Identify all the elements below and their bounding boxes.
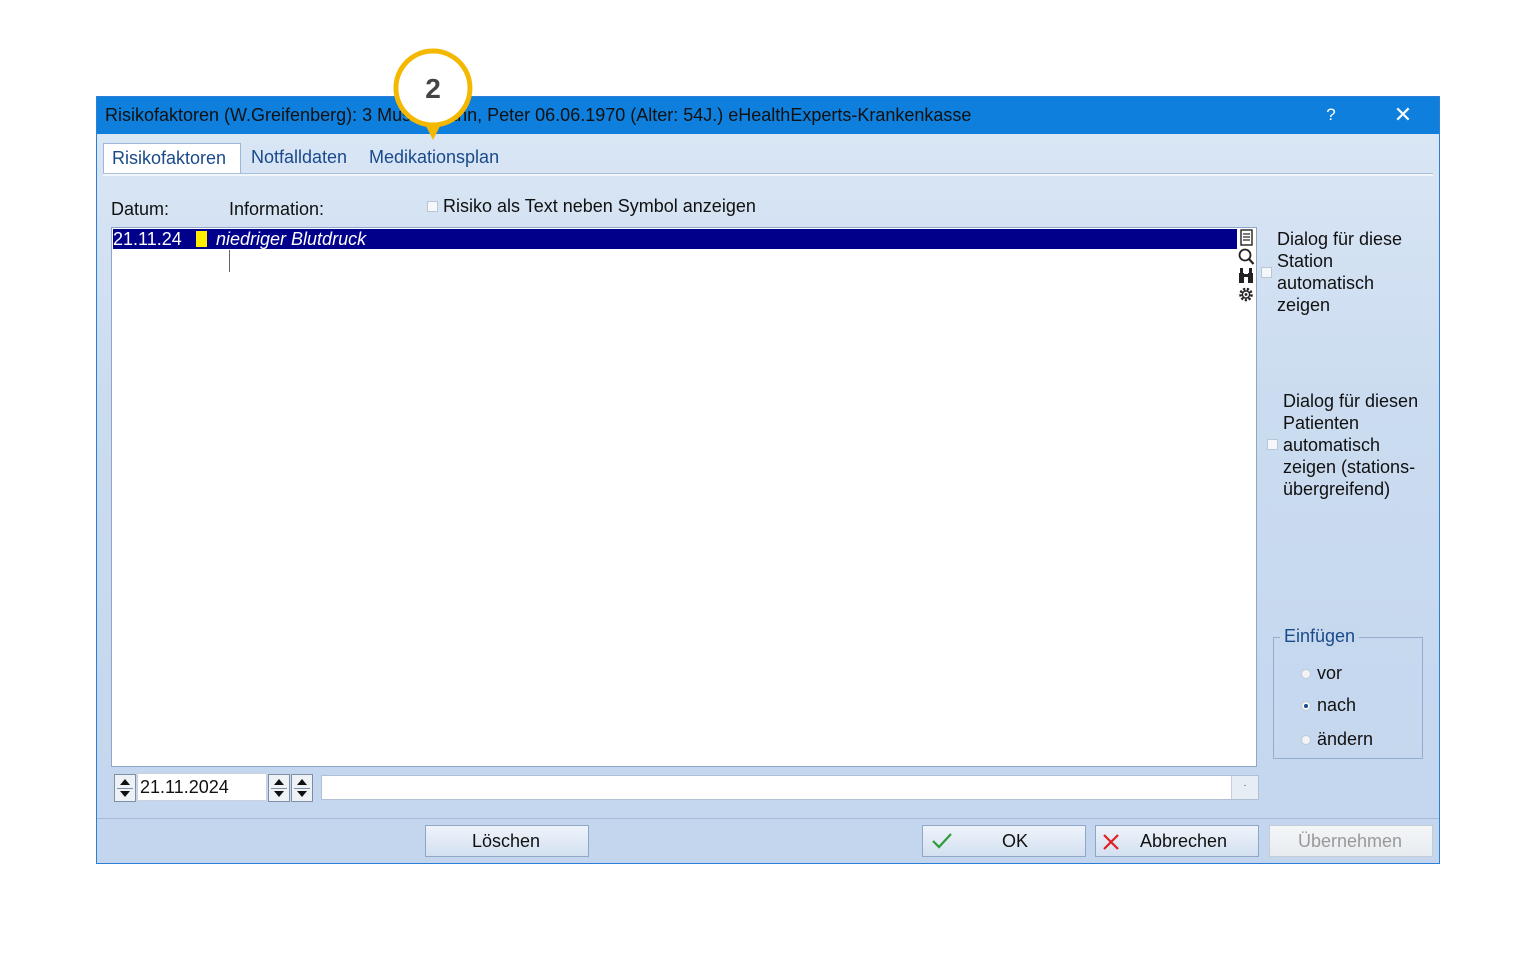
date-input[interactable]: 21.11.2024 [137, 773, 267, 801]
radio-vor[interactable] [1301, 669, 1311, 679]
binoculars-icon[interactable] [1236, 266, 1256, 285]
radio-aendern[interactable] [1301, 735, 1311, 745]
dropdown-button[interactable]: · [1231, 776, 1258, 799]
step-callout-badge: 2 [393, 48, 473, 140]
close-button[interactable]: ✕ [1390, 102, 1416, 128]
window-title: Risikofaktoren (W.Greifenberg): 3 Muster… [105, 105, 972, 125]
gear-icon[interactable] [1236, 285, 1256, 304]
help-button[interactable]: ? [1319, 105, 1343, 125]
station-auto-show-checkbox[interactable] [1261, 267, 1272, 278]
patient-auto-show-checkbox[interactable] [1267, 439, 1278, 450]
delete-button[interactable]: Löschen [425, 825, 589, 857]
cancel-button[interactable]: Abbrechen [1095, 825, 1259, 857]
tab-notfalldaten[interactable]: Notfalldaten [251, 143, 347, 171]
radio-nach[interactable] [1301, 701, 1311, 711]
tab-risikofaktoren[interactable]: Risikofaktoren [103, 143, 241, 173]
show-text-checkbox[interactable] [427, 201, 438, 212]
risk-symbol [196, 231, 207, 247]
tab-medikationsplan[interactable]: Medikationsplan [369, 143, 499, 171]
date-day-spinner[interactable] [114, 774, 136, 802]
radio-aendern-label[interactable]: ändern [1317, 729, 1373, 750]
ok-button[interactable]: OK [922, 825, 1086, 857]
ok-button-label: OK [1002, 831, 1029, 851]
checkmark-icon [932, 833, 952, 849]
risk-text: niedriger Blutdruck [216, 229, 367, 249]
list-item[interactable]: 21.11.24 niedriger Blutdruck [113, 229, 1237, 249]
cross-icon [1103, 834, 1119, 850]
risk-text-input[interactable]: · [321, 775, 1259, 800]
insert-mode-group: Einfügen vor nach ändern [1273, 626, 1423, 759]
text-caret [229, 250, 230, 272]
magnifier-icon[interactable] [1236, 247, 1256, 266]
risk-list[interactable]: 21.11.24 niedriger Blutdruck [111, 227, 1257, 767]
date-column-label: Datum: [111, 199, 170, 219]
radio-nach-label[interactable]: nach [1317, 695, 1356, 716]
tab-divider [103, 173, 1433, 176]
patient-auto-show-label[interactable]: Dialog für diesen Patienten automatisch … [1283, 390, 1435, 500]
show-text-label[interactable]: Risiko als Text neben Symbol anzeigen [443, 196, 756, 217]
date-month-spinner[interactable] [268, 774, 290, 802]
station-auto-show-label[interactable]: Dialog für diese Station automatisch zei… [1277, 228, 1427, 316]
document-icon[interactable] [1236, 228, 1256, 247]
title-bar[interactable]: Risikofaktoren (W.Greifenberg): 3 Muster… [97, 97, 1439, 134]
info-column-label: Information: [229, 199, 325, 219]
cancel-button-label: Abbrechen [1140, 831, 1228, 851]
button-bar-divider [97, 818, 1439, 819]
apply-button-label: Übernehmen [1298, 831, 1403, 851]
apply-button: Übernehmen [1269, 825, 1433, 857]
risk-date: 21.11.24 [113, 229, 182, 249]
insert-mode-legend: Einfügen [1280, 626, 1360, 647]
risk-factors-dialog: Risikofaktoren (W.Greifenberg): 3 Muster… [96, 96, 1440, 864]
step-callout-number: 2 [425, 73, 441, 104]
date-year-spinner[interactable] [291, 774, 313, 802]
radio-vor-label[interactable]: vor [1317, 663, 1342, 684]
delete-button-label: Löschen [472, 831, 541, 851]
